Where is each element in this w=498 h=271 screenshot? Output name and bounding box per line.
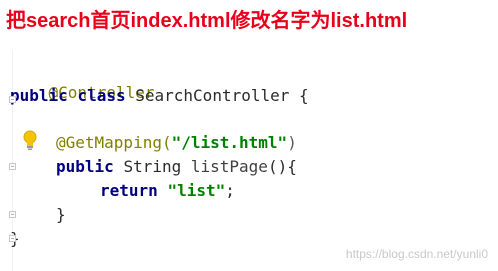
- method-params: (){: [267, 157, 297, 176]
- return-type: String: [123, 157, 182, 176]
- code-line-4: @GetMapping("/list.html"): [56, 132, 297, 154]
- fold-end-class[interactable]: [9, 235, 16, 242]
- class-keyword: class: [77, 86, 126, 105]
- caption-title: 把search首页index.html修改名字为list.html: [6, 10, 408, 32]
- public-keyword: public: [56, 157, 114, 176]
- return-keyword: return: [100, 181, 158, 200]
- open-brace: {: [299, 86, 309, 105]
- semicolon: ;: [225, 181, 235, 200]
- lightbulb-icon[interactable]: [22, 130, 38, 152]
- fold-marker-method[interactable]: [9, 163, 16, 170]
- fold-end-method[interactable]: [9, 211, 16, 218]
- code-editor[interactable]: @Controller public class SearchControlle…: [0, 50, 498, 271]
- fold-marker-class[interactable]: [9, 96, 16, 103]
- code-line-2: public class SearchController {: [10, 85, 309, 107]
- code-line-5: public String listPage(){: [56, 156, 297, 178]
- method-close-brace: }: [56, 205, 66, 224]
- class-name: SearchController: [135, 86, 290, 105]
- getmapping-annotation: @GetMapping(: [56, 133, 172, 152]
- code-line-6: return "list";: [100, 180, 235, 202]
- mapping-path-string: "/list.html": [171, 133, 288, 152]
- close-paren: ): [287, 133, 297, 152]
- code-line-7: }: [56, 204, 66, 226]
- public-keyword: public: [10, 86, 68, 105]
- method-name: listPage: [190, 157, 268, 176]
- watermark: https://blog.csdn.net/yunli0: [345, 247, 488, 261]
- return-string: "list": [167, 181, 226, 200]
